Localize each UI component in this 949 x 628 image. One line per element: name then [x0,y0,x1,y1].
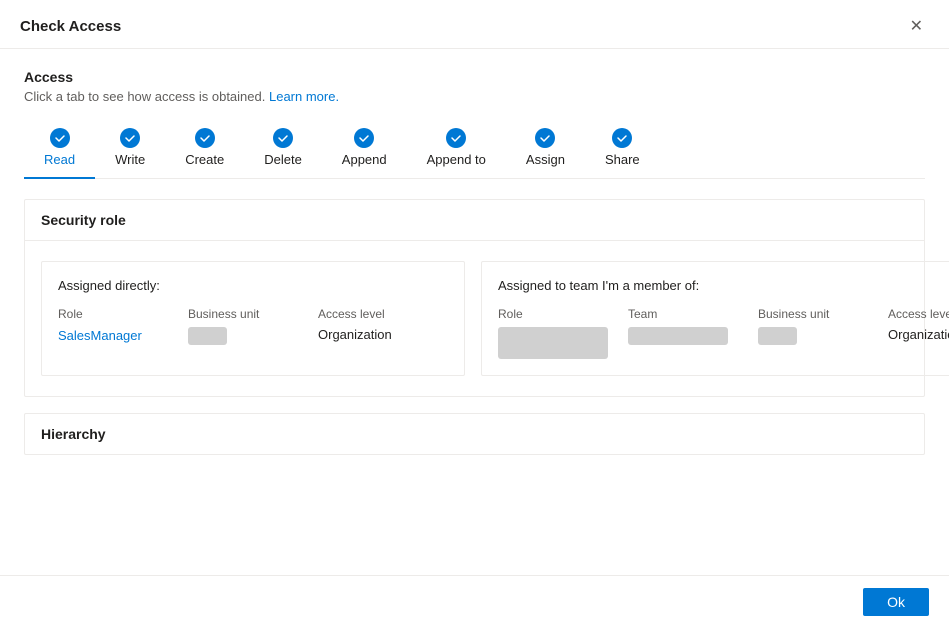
team-col-header-role: Role [498,307,628,321]
role-part1-link[interactable]: Sales [58,328,91,343]
learn-more-link[interactable]: Learn more. [269,89,339,104]
access-subtitle-text: Click a tab to see how access is obtaine… [24,89,265,104]
tab-share-label: Share [605,152,640,167]
business-unit-cell: can731 [188,327,318,345]
team-name-cell: test group team [628,327,758,345]
tab-create[interactable]: Create [165,122,244,179]
assigned-directly-table-header: Role Business unit Access level [58,307,448,321]
tab-read-check-icon [50,128,70,148]
team-role-blurred: Common Data Servi... [498,327,608,359]
tabs-container: Read Write Create [24,122,925,179]
tab-append-check-icon [354,128,374,148]
tab-assign-check-icon [535,128,555,148]
assigned-directly-box: Assigned directly: Role Business unit Ac… [41,261,465,376]
dialog-footer: Ok [0,575,949,628]
tab-delete-label: Delete [264,152,302,167]
tab-read-label: Read [44,152,75,167]
tab-append-to-check-icon [446,128,466,148]
assigned-team-box: Assigned to team I'm a member of: Role T… [481,261,949,376]
col-header-business: Business unit [188,307,318,321]
tab-append-to[interactable]: Append to [407,122,506,179]
tab-write[interactable]: Write [95,122,165,179]
check-access-dialog: Check Access ✕ Access Click a tab to see… [0,0,949,628]
security-role-card: Security role Assigned directly: Role Bu… [24,199,925,397]
ok-button[interactable]: Ok [863,588,929,616]
tab-create-label: Create [185,152,224,167]
tab-delete[interactable]: Delete [244,122,322,179]
business-unit-blurred: can731 [188,327,227,345]
tab-assign-label: Assign [526,152,565,167]
access-title: Access [24,69,925,85]
tab-append-label: Append [342,152,387,167]
team-table-row: Common Data Servi... test group team can… [498,327,949,359]
tab-share[interactable]: Share [585,122,660,179]
role-cell: SalesManager [58,327,188,345]
security-role-header: Security role [25,200,924,241]
assigned-team-table-header: Role Team Business unit Access level [498,307,949,321]
role-part2-link[interactable]: Manager [91,328,142,343]
tab-write-check-icon [120,128,140,148]
team-name-blurred: test group team [628,327,728,345]
tab-write-label: Write [115,152,145,167]
team-business-cell: can731 [758,327,888,345]
assigned-team-title: Assigned to team I'm a member of: [498,278,949,293]
tab-delete-check-icon [273,128,293,148]
tab-assign[interactable]: Assign [506,122,585,179]
assigned-directly-title: Assigned directly: [58,278,448,293]
tab-append[interactable]: Append [322,122,407,179]
col-header-access: Access level [318,307,448,321]
team-col-header-access: Access level [888,307,949,321]
access-level-cell: Organization [318,327,448,342]
team-business-blurred: can731 [758,327,797,345]
col-header-role: Role [58,307,188,321]
hierarchy-card: Hierarchy [24,413,925,455]
dialog-title: Check Access [20,18,121,35]
team-col-header-business: Business unit [758,307,888,321]
tab-create-check-icon [195,128,215,148]
access-subtitle: Click a tab to see how access is obtaine… [24,89,925,104]
tab-append-to-label: Append to [427,152,486,167]
dialog-body: Access Click a tab to see how access is … [0,49,949,575]
tab-share-check-icon [612,128,632,148]
team-col-header-team: Team [628,307,758,321]
hierarchy-header: Hierarchy [25,414,924,454]
security-role-body: Assigned directly: Role Business unit Ac… [25,241,924,396]
close-icon: ✕ [910,16,923,36]
close-button[interactable]: ✕ [904,14,929,38]
table-row: SalesManager can731 Organization [58,327,448,345]
dialog-header: Check Access ✕ [0,0,949,49]
team-access-cell: Organization [888,327,949,342]
team-role-cell: Common Data Servi... [498,327,628,359]
tab-read[interactable]: Read [24,122,95,179]
